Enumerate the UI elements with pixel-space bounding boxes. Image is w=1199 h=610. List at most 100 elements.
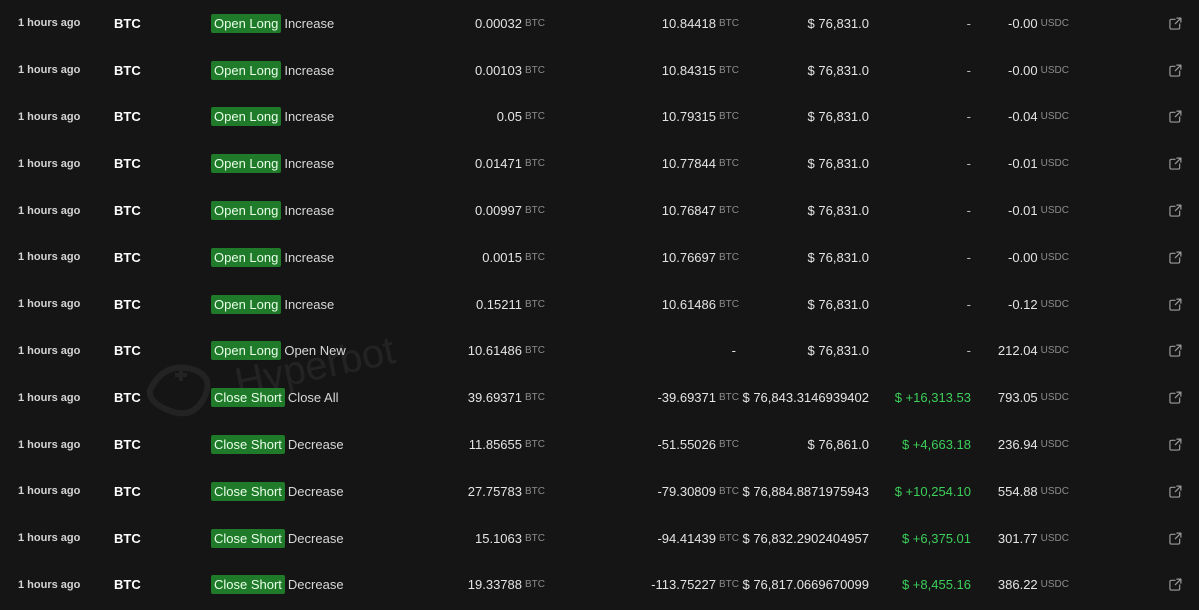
- size-value: 0.00032: [475, 15, 522, 31]
- external-link-icon[interactable]: [1167, 187, 1183, 234]
- trade-type: Open Long Increase: [211, 0, 334, 47]
- table-row: 1 hours ago BTC Close Short Close All 39…: [0, 374, 1199, 421]
- position-unit: BTC: [719, 205, 739, 217]
- asset-symbol: BTC: [114, 15, 141, 31]
- fee-unit: USDC: [1040, 439, 1069, 451]
- trade-size: 0.00103 BTC: [475, 47, 545, 94]
- trade-price: $ 76,861.0: [808, 421, 869, 468]
- direction-badge: Open Long: [211, 247, 282, 267]
- asset-symbol: BTC: [114, 343, 141, 359]
- external-link-icon[interactable]: [1167, 94, 1183, 141]
- trade-price: $ 76,884.8871975943: [742, 468, 869, 515]
- trade-action: Increase: [284, 296, 335, 312]
- table-row: 1 hours ago BTC Open Long Increase 0.152…: [0, 281, 1199, 328]
- trade-time: 1 hours ago: [18, 251, 81, 264]
- position-size: 10.79315 BTC: [662, 94, 739, 141]
- position-size: 10.61486 BTC: [662, 281, 739, 328]
- pnl-value: -: [966, 15, 971, 31]
- position-unit: BTC: [719, 485, 739, 497]
- fee-value: -0.01: [1008, 203, 1038, 219]
- position-value: -51.55026: [657, 437, 716, 453]
- pnl-value: $ +4,663.18: [901, 437, 971, 453]
- trade-type: Open Long Increase: [211, 47, 334, 94]
- trade-type: Open Long Increase: [211, 187, 334, 234]
- trade-price: $ 76,831.0: [808, 234, 869, 281]
- size-value: 27.75783: [467, 483, 522, 499]
- trade-pnl: $ +6,375.01: [902, 515, 971, 562]
- trade-fee: 212.04 USDC: [998, 328, 1069, 375]
- external-link-icon-glyph: [1168, 64, 1181, 77]
- pnl-value: $ +10,254.10: [894, 483, 971, 499]
- trade-pnl: -: [967, 328, 971, 375]
- trade-fee: -0.00 USDC: [1008, 234, 1069, 281]
- external-link-icon[interactable]: [1167, 562, 1183, 609]
- trade-type: Open Long Open New: [211, 328, 346, 375]
- table-row: 1 hours ago BTC Close Short Decrease 15.…: [0, 515, 1199, 562]
- external-link-icon-glyph: [1168, 438, 1181, 451]
- table-row: 1 hours ago BTC Open Long Increase 0.000…: [0, 0, 1199, 47]
- external-link-icon[interactable]: [1167, 374, 1183, 421]
- external-link-icon[interactable]: [1167, 234, 1183, 281]
- external-link-icon-glyph: [1168, 391, 1181, 404]
- asset-symbol: BTC: [114, 390, 141, 406]
- external-link-icon[interactable]: [1167, 421, 1183, 468]
- trade-type: Close Short Decrease: [211, 515, 344, 562]
- position-size: -94.41439 BTC: [657, 515, 739, 562]
- trade-fee: 793.05 USDC: [998, 374, 1069, 421]
- price-value: $ 76,832.2902404957: [742, 530, 869, 546]
- trade-size: 10.61486 BTC: [468, 328, 545, 375]
- direction-badge: Close Short: [211, 435, 285, 455]
- fee-unit: USDC: [1040, 64, 1069, 76]
- trade-size: 11.85655 BTC: [469, 421, 545, 468]
- external-link-icon[interactable]: [1167, 0, 1183, 47]
- trade-type: Close Short Decrease: [211, 421, 344, 468]
- direction-badge: Open Long: [211, 60, 282, 80]
- external-link-icon[interactable]: [1167, 47, 1183, 94]
- position-value: 10.79315: [661, 109, 716, 125]
- trade-price: $ 76,831.0: [808, 328, 869, 375]
- price-value: $ 76,831.0: [807, 15, 869, 31]
- size-unit: BTC: [525, 579, 545, 591]
- position-value: 10.61486: [661, 296, 716, 312]
- fee-unit: USDC: [1040, 111, 1069, 123]
- external-link-icon[interactable]: [1167, 468, 1183, 515]
- pnl-value: $ +6,375.01: [901, 530, 971, 546]
- trade-pnl: -: [967, 140, 971, 187]
- direction-badge: Close Short: [211, 388, 285, 408]
- size-unit: BTC: [525, 345, 545, 357]
- external-link-icon[interactable]: [1167, 515, 1183, 562]
- direction-badge: Open Long: [211, 13, 282, 33]
- trade-action: Increase: [284, 156, 335, 172]
- size-unit: BTC: [525, 158, 545, 170]
- trade-type: Open Long Increase: [211, 234, 334, 281]
- pnl-value: $ +8,455.16: [901, 577, 971, 593]
- external-link-icon[interactable]: [1167, 140, 1183, 187]
- fee-value: -0.12: [1008, 296, 1038, 312]
- trade-action: Decrease: [287, 577, 344, 593]
- position-value: 10.76847: [661, 203, 716, 219]
- price-value: $ 76,831.0: [807, 249, 869, 265]
- trade-price: $ 76,831.0: [808, 187, 869, 234]
- position-size: -113.75227 BTC: [651, 562, 739, 609]
- fee-value: 301.77: [997, 530, 1038, 546]
- size-unit: BTC: [525, 111, 545, 123]
- position-value: -79.30809: [657, 483, 716, 499]
- trade-size: 0.05 BTC: [497, 94, 545, 141]
- position-value: 10.77844: [661, 156, 716, 172]
- external-link-icon[interactable]: [1167, 328, 1183, 375]
- size-value: 19.33788: [467, 577, 522, 593]
- trade-size: 0.00997 BTC: [475, 187, 545, 234]
- external-link-icon[interactable]: [1167, 281, 1183, 328]
- price-value: $ 76,831.0: [807, 109, 869, 125]
- trade-action: Decrease: [287, 483, 344, 499]
- pnl-value: -: [966, 343, 971, 359]
- price-value: $ 76,831.0: [807, 343, 869, 359]
- trade-action: Increase: [284, 62, 335, 78]
- trade-action: Decrease: [287, 530, 344, 546]
- table-row: 1 hours ago BTC Open Long Increase 0.001…: [0, 47, 1199, 94]
- external-link-icon-glyph: [1168, 157, 1181, 170]
- asset-symbol: BTC: [114, 296, 141, 312]
- trade-pnl: -: [967, 47, 971, 94]
- position-value: -: [731, 343, 736, 359]
- asset-symbol: BTC: [114, 203, 141, 219]
